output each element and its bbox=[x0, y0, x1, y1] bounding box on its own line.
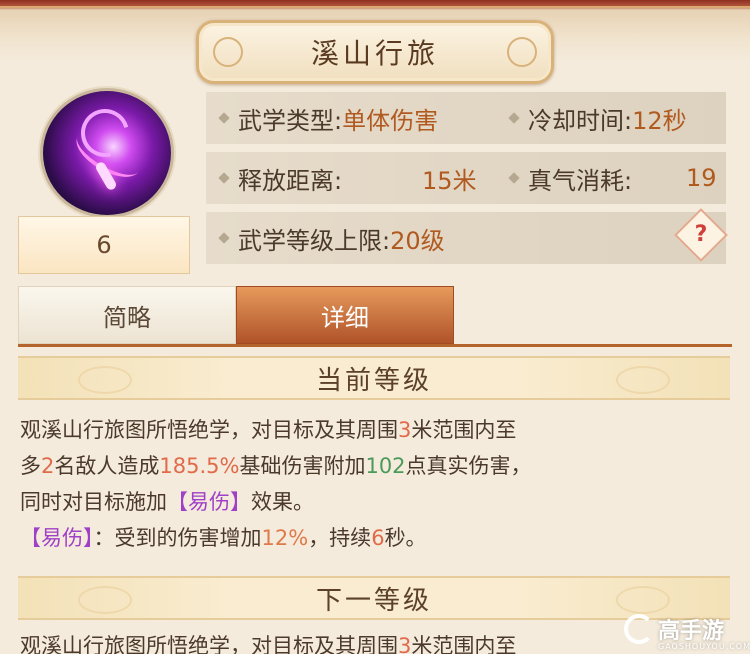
current-level-description: 观溪山行旅图所悟绝学，对目标及其周围3米范围内至 多2名敌人造成185.5%基础… bbox=[20, 412, 732, 556]
desc-highlight: 102 bbox=[365, 454, 406, 478]
stat-row-1: 武学类型: 单体伤害 冷却时间: 12秒 bbox=[206, 92, 726, 144]
diamond-bullet-icon bbox=[218, 112, 230, 124]
desc-text: 同时对目标施加 bbox=[20, 490, 167, 514]
desc-text: 点真实伤害， bbox=[405, 454, 532, 478]
skill-title-plaque: 溪山行旅 bbox=[196, 20, 554, 84]
diamond-bullet-icon bbox=[508, 172, 520, 184]
desc-highlight: 3 bbox=[398, 634, 412, 654]
stat-range: 释放距离: bbox=[218, 161, 343, 196]
skill-level: 6 bbox=[96, 231, 112, 259]
desc-text: 名敌人造成 bbox=[54, 454, 160, 478]
watermark-sub: GAOSHOUYOU.COM bbox=[658, 642, 750, 651]
max-level-label: 武学等级上限: bbox=[238, 226, 391, 255]
cloud-ornament-icon bbox=[616, 366, 670, 394]
desc-text: 米范围内至 bbox=[411, 418, 517, 442]
desc-text: 米范围内至 bbox=[411, 634, 517, 654]
range-value: 15米 bbox=[422, 166, 477, 195]
stat-max-level: 武学等级上限: 20级 bbox=[218, 221, 445, 256]
watermark-text: 高手游 bbox=[658, 619, 725, 644]
desc-line: 观溪山行旅图所悟绝学，对目标及其周围3米范围内至 bbox=[20, 412, 732, 448]
type-value: 单体伤害 bbox=[342, 106, 439, 135]
cloud-ornament-icon bbox=[78, 366, 132, 394]
desc-text: 秒。 bbox=[384, 526, 427, 550]
stat-cooldown: 冷却时间: 12秒 bbox=[508, 101, 687, 136]
cooldown-label: 冷却时间: bbox=[528, 106, 633, 135]
desc-text: 观溪山行旅图所悟绝学，对目标及其周围 bbox=[20, 634, 398, 654]
desc-text: 效果。 bbox=[251, 490, 314, 514]
type-label: 武学类型: bbox=[238, 106, 343, 135]
skill-level-box: 6 bbox=[18, 216, 190, 274]
cloud-ornament-icon bbox=[507, 37, 537, 67]
debuff-link[interactable]: 【易伤】 bbox=[167, 490, 251, 514]
section-current-level: 当前等级 bbox=[18, 356, 730, 400]
tab-brief[interactable]: 简略 bbox=[18, 286, 236, 344]
desc-text: ，持续 bbox=[308, 526, 372, 550]
skill-title: 溪山行旅 bbox=[310, 37, 439, 70]
stat-type: 武学类型: 单体伤害 bbox=[218, 101, 439, 136]
cloud-ornament-icon bbox=[213, 37, 243, 67]
desc-line: 同时对目标施加【易伤】效果。 bbox=[20, 484, 732, 520]
tab-detail[interactable]: 详细 bbox=[236, 286, 454, 344]
desc-highlight: 2 bbox=[41, 454, 55, 478]
skill-icon[interactable] bbox=[40, 88, 174, 218]
desc-text: ：受到的伤害增加 bbox=[93, 526, 262, 550]
stat-row-2: 释放距离: 15米 真气消耗: 19 bbox=[206, 152, 726, 204]
diamond-bullet-icon bbox=[508, 112, 520, 124]
diamond-bullet-icon bbox=[218, 232, 230, 244]
diamond-bullet-icon bbox=[218, 172, 230, 184]
desc-text: 多 bbox=[20, 454, 41, 478]
section-next-title: 下一等级 bbox=[315, 585, 432, 616]
cooldown-value: 12秒 bbox=[632, 106, 687, 135]
debuff-link[interactable]: 【易伤】 bbox=[20, 526, 94, 550]
range-label: 释放距离: bbox=[238, 166, 343, 195]
desc-line: 多2名敌人造成185.5%基础伤害附加102点真实伤害， bbox=[20, 448, 732, 484]
stat-energy: 真气消耗: bbox=[508, 161, 633, 196]
desc-text: 观溪山行旅图所悟绝学，对目标及其周围 bbox=[20, 418, 398, 442]
desc-text: 基础伤害附加 bbox=[239, 454, 366, 478]
description-tabs: 简略 详细 bbox=[18, 286, 732, 347]
desc-highlight: 12% bbox=[261, 526, 309, 550]
section-current-title: 当前等级 bbox=[315, 365, 432, 396]
stat-row-3: 武学等级上限: 20级 bbox=[206, 212, 726, 264]
energy-label: 真气消耗: bbox=[528, 166, 633, 195]
desc-highlight: 6 bbox=[371, 526, 385, 550]
desc-highlight: 3 bbox=[398, 418, 412, 442]
desc-highlight: 185.5% bbox=[159, 454, 240, 478]
desc-line: 【易伤】：受到的伤害增加12%，持续6秒。 bbox=[20, 520, 732, 556]
site-watermark: 高手游 GAOSHOUYOU.COM bbox=[624, 608, 750, 651]
cloud-ornament-icon bbox=[78, 586, 132, 614]
question-icon: ? bbox=[694, 222, 708, 247]
g-logo-icon bbox=[624, 614, 654, 644]
max-level-value: 20级 bbox=[390, 226, 445, 255]
energy-value: 19 bbox=[686, 164, 717, 192]
